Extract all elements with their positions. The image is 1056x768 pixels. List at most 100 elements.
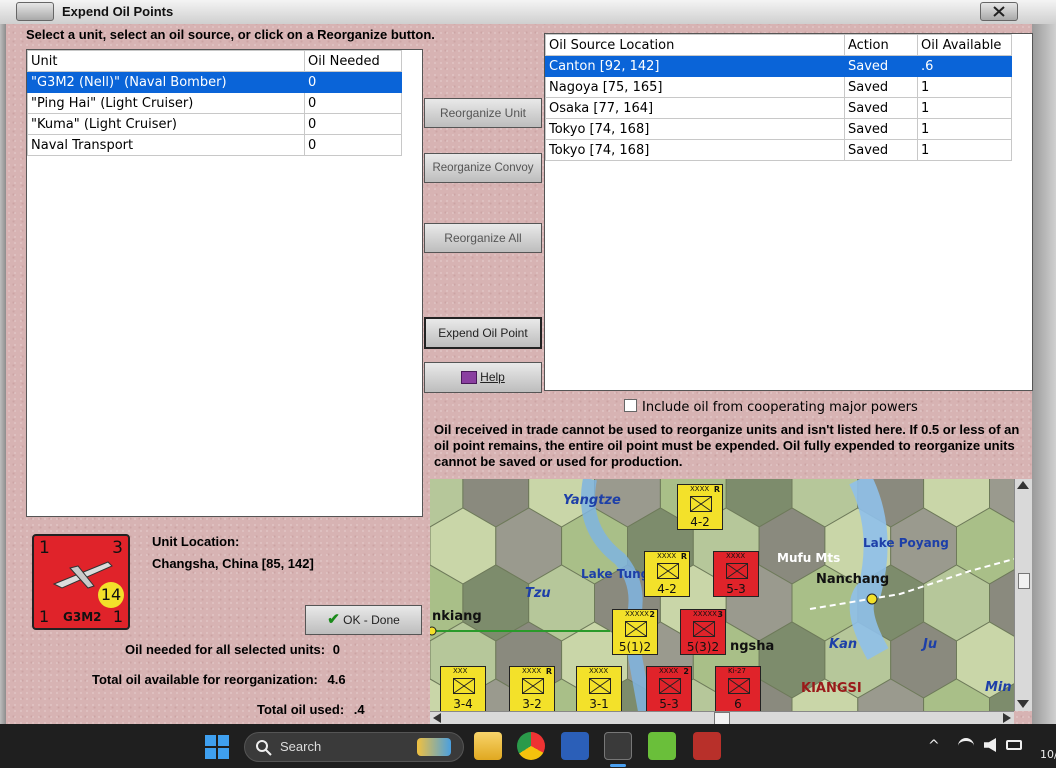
action-column-header[interactable]: Action	[844, 34, 918, 56]
oil-needed-column-header[interactable]: Oil Needed	[304, 50, 402, 72]
table-row[interactable]: Osaka [77, 164] Saved 1	[545, 97, 1012, 119]
oil-needed-cell: 0	[304, 71, 402, 93]
counter-size: XXXX	[659, 667, 679, 675]
close-button[interactable]	[980, 2, 1018, 21]
map-unit-counter[interactable]: XXXX R 4-2	[644, 551, 690, 597]
checkbox-box[interactable]	[624, 399, 637, 412]
location-cell: Tokyo [74, 168]	[545, 139, 845, 161]
counter-strength: 4-2	[690, 515, 710, 529]
oil-available-summary: Total oil available for reorganization: …	[92, 672, 346, 687]
snipping-tool-icon[interactable]	[604, 732, 632, 760]
table-row[interactable]: Tokyo [74, 168] Saved 1	[545, 118, 1012, 140]
map-unit-counter[interactable]: XXXX 3-1	[576, 666, 622, 711]
windows-taskbar: Search ^ 10/	[0, 724, 1056, 768]
table-row[interactable]: Naval Transport 0	[27, 134, 402, 156]
nanchang-city-marker	[866, 593, 878, 605]
windows-start-icon[interactable]	[205, 735, 229, 759]
oil-sources-list[interactable]: Oil Source Location Action Oil Available…	[544, 33, 1033, 391]
action-cell: Saved	[844, 97, 918, 119]
counter-flag: R	[545, 667, 552, 676]
close-icon	[993, 6, 1005, 17]
game-app-icon[interactable]	[693, 732, 721, 760]
window-titlebar: Expend Oil Points	[0, 0, 1056, 25]
location-cell: Osaka [77, 164]	[545, 97, 845, 119]
table-row[interactable]: "Ping Hai" (Light Cruiser) 0	[27, 92, 402, 114]
reorganize-unit-button[interactable]: Reorganize Unit	[424, 98, 542, 128]
volume-icon[interactable]	[984, 738, 996, 752]
table-row[interactable]: Canton [92, 142] Saved .6	[545, 55, 1012, 77]
counter-size: XXX	[453, 667, 468, 675]
action-cell: Saved	[844, 76, 918, 98]
ok-done-button[interactable]: ✔ OK - Done	[305, 605, 422, 635]
map-unit-counter[interactable]: Ki-27 6	[715, 666, 761, 711]
oil-available-summary-value: 4.6	[327, 672, 346, 687]
map-label-lake-tung: Lake Tung	[581, 567, 650, 581]
map-unit-counter[interactable]: XXXXX 2 5(1)2	[612, 609, 658, 655]
reorganize-convoy-button[interactable]: Reorganize Convoy	[424, 153, 542, 183]
help-book-icon	[461, 371, 478, 385]
counter-symbol-icon	[522, 678, 544, 694]
scroll-down-arrow[interactable]	[1017, 700, 1029, 708]
taskbar-search-box[interactable]: Search	[244, 732, 464, 762]
chrome-icon[interactable]	[517, 732, 545, 760]
table-row[interactable]: Tokyo [74, 168] Saved 1	[545, 139, 1012, 161]
vertical-scroll-thumb[interactable]	[1018, 573, 1030, 589]
scroll-right-arrow[interactable]	[1003, 713, 1011, 723]
scroll-up-arrow[interactable]	[1017, 481, 1029, 489]
reorganize-all-button[interactable]: Reorganize All	[424, 223, 542, 253]
dialog-body: Select a unit, select an oil source, or …	[6, 24, 1033, 725]
checkbox-label: Include oil from cooperating major power…	[642, 400, 918, 415]
counter-symbol-icon	[690, 496, 712, 512]
counter-size: XXXXX	[625, 610, 649, 618]
map-unit-counter[interactable]: XXXX 2 5-3	[646, 666, 692, 711]
help-button[interactable]: Help	[424, 362, 542, 393]
hex-map[interactable]: Yangtze Lake Tung Tzu Mufu Mts Lake Poya…	[430, 479, 1014, 711]
scroll-left-arrow[interactable]	[433, 713, 441, 723]
wifi-icon[interactable]	[958, 738, 974, 753]
counter-strength: 3-4	[453, 697, 473, 711]
map-unit-counter[interactable]: XXXX R 4-2	[677, 484, 723, 530]
oil-available-summary-label: Total oil available for reorganization:	[92, 672, 318, 687]
table-row[interactable]: Nagoya [75, 165] Saved 1	[545, 76, 1012, 98]
app-icon-green[interactable]	[648, 732, 676, 760]
battery-icon[interactable]	[1006, 740, 1022, 750]
table-row[interactable]: "Kuma" (Light Cruiser) 0	[27, 113, 402, 135]
unit-location-label: Unit Location:	[152, 534, 240, 549]
oil-needed-summary-value: 0	[332, 642, 340, 657]
map-vertical-scrollbar[interactable]	[1014, 479, 1032, 711]
map-label-nanchang: Nanchang	[816, 572, 890, 587]
location-cell: Canton [92, 142]	[545, 55, 845, 77]
counter-flag: R	[680, 552, 687, 561]
table-row[interactable]: "G3M2 (Nell)" (Naval Bomber) 0	[27, 71, 402, 93]
map-unit-counter[interactable]: XXXX R 3-2	[509, 666, 555, 711]
word-icon[interactable]	[561, 732, 589, 760]
map-unit-counter[interactable]: XXX 3-4	[440, 666, 486, 711]
oil-needed-cell: 0	[304, 113, 402, 135]
map-label-mufu-mts: Mufu Mts	[777, 551, 841, 565]
system-menu-button[interactable]	[16, 2, 54, 21]
expend-oil-point-button[interactable]: Expend Oil Point	[424, 317, 542, 349]
map-unit-counter[interactable]: XXXX 5-3	[713, 551, 759, 597]
search-icon	[256, 740, 272, 756]
counter-symbol-icon	[453, 678, 475, 694]
counter-flag: 2	[683, 667, 689, 676]
units-list[interactable]: Unit Oil Needed "G3M2 (Nell)" (Naval Bom…	[26, 49, 423, 517]
clock-fragment[interactable]: 10/	[1040, 748, 1056, 761]
file-explorer-icon[interactable]	[474, 732, 502, 760]
location-column-header[interactable]: Oil Source Location	[545, 34, 845, 56]
map-unit-counter[interactable]: XXXXX 3 5(3)2	[680, 609, 726, 655]
unit-column-header[interactable]: Unit	[27, 50, 305, 72]
oil-available-column-header[interactable]: Oil Available	[917, 34, 1012, 56]
counter-symbol-icon	[726, 563, 748, 579]
counter-flag: 2	[649, 610, 655, 619]
map-label-ju: Ju	[923, 637, 938, 652]
include-cooperating-powers-checkbox[interactable]: Include oil from cooperating major power…	[624, 399, 918, 415]
counter-range-badge: 14	[98, 582, 124, 608]
counter-strength: 5(1)2	[618, 640, 652, 654]
counter-strength: 3-2	[522, 697, 542, 711]
map-horizontal-scrollbar[interactable]	[430, 711, 1014, 725]
show-hidden-icons-chevron[interactable]: ^	[928, 738, 940, 754]
oil-needed-cell: 0	[304, 92, 402, 114]
counter-strength: 3-1	[589, 697, 609, 711]
map-label-ngsha: ngsha	[730, 639, 775, 654]
